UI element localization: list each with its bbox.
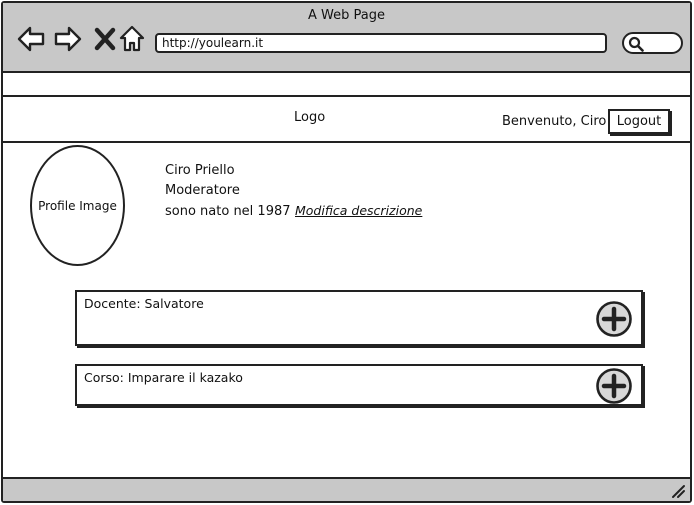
browser-window: A Web Page http://youlearn.it Logo Benve…	[1, 1, 692, 503]
window-title: A Web Page	[308, 8, 385, 23]
profile-image: Profile Image	[30, 145, 125, 266]
status-bar	[3, 477, 690, 501]
profile-image-label: Profile Image	[38, 198, 117, 213]
logout-button[interactable]: Logout	[608, 109, 670, 134]
card-label: Corso: Imparare il kazako	[84, 370, 243, 385]
search-icon	[628, 36, 644, 52]
profile-description: sono nato nel 1987	[165, 204, 291, 219]
app-header: Logo Benvenuto, Ciro Logout	[3, 99, 690, 143]
close-x-icon[interactable]	[91, 25, 119, 53]
forward-arrow-icon[interactable]	[54, 25, 82, 53]
url-input[interactable]: http://youlearn.it	[155, 33, 607, 53]
plus-circle-icon[interactable]	[595, 367, 633, 405]
edit-description-link[interactable]: Modifica descrizione	[295, 203, 422, 218]
welcome-text: Benvenuto, Ciro	[502, 114, 607, 129]
bookmark-bar	[3, 73, 690, 97]
logo: Logo	[294, 110, 326, 125]
course-card: Corso: Imparare il kazako	[75, 364, 643, 406]
teacher-card: Docente: Salvatore	[75, 290, 643, 346]
profile-role: Moderatore	[165, 183, 240, 198]
resize-grip-icon[interactable]	[670, 483, 686, 499]
card-label: Docente: Salvatore	[84, 296, 204, 311]
profile-name: Ciro Priello	[165, 163, 235, 178]
browser-chrome: A Web Page http://youlearn.it	[3, 3, 690, 73]
search-input[interactable]	[622, 32, 683, 54]
home-icon[interactable]	[118, 25, 146, 53]
back-arrow-icon[interactable]	[17, 25, 45, 53]
plus-circle-icon[interactable]	[595, 300, 633, 338]
